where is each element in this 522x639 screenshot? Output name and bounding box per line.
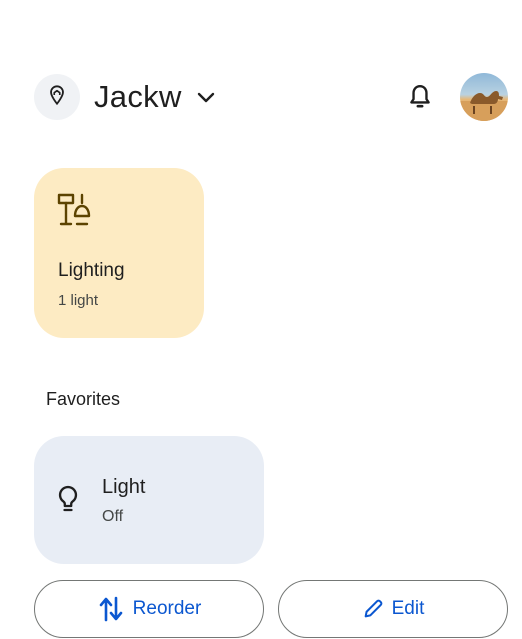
bell-icon[interactable] [400, 77, 440, 117]
favorites-heading: Favorites [46, 389, 121, 409]
favorite-light-card[interactable]: Light Off [34, 436, 264, 564]
lighting-card-subtitle: 1 light [58, 292, 99, 309]
edit-button[interactable]: Edit [278, 580, 508, 638]
lamps-icon [56, 192, 96, 233]
favorite-light-name: Light [102, 476, 146, 498]
location-button[interactable] [34, 74, 80, 120]
camel-avatar [460, 91, 508, 121]
avatar[interactable] [460, 73, 508, 121]
home-screen: Jackw Lighting 1 light Favorites Light O… [0, 0, 522, 639]
home-name[interactable]: Jackw [94, 79, 182, 115]
lighting-card-title: Lighting [58, 260, 125, 281]
lightbulb-icon[interactable] [56, 484, 80, 521]
favorite-light-status: Off [102, 508, 124, 525]
reorder-button[interactable]: Reorder [34, 580, 264, 638]
lighting-category-card[interactable]: Lighting 1 light [34, 168, 204, 338]
header: Jackw [34, 72, 508, 122]
edit-label: Edit [391, 598, 425, 619]
swap-vert-icon [97, 595, 125, 623]
reorder-label: Reorder [132, 598, 202, 619]
pencil-icon [362, 598, 384, 620]
chevron-down-icon[interactable] [196, 72, 216, 122]
location-pin-icon [46, 84, 68, 111]
